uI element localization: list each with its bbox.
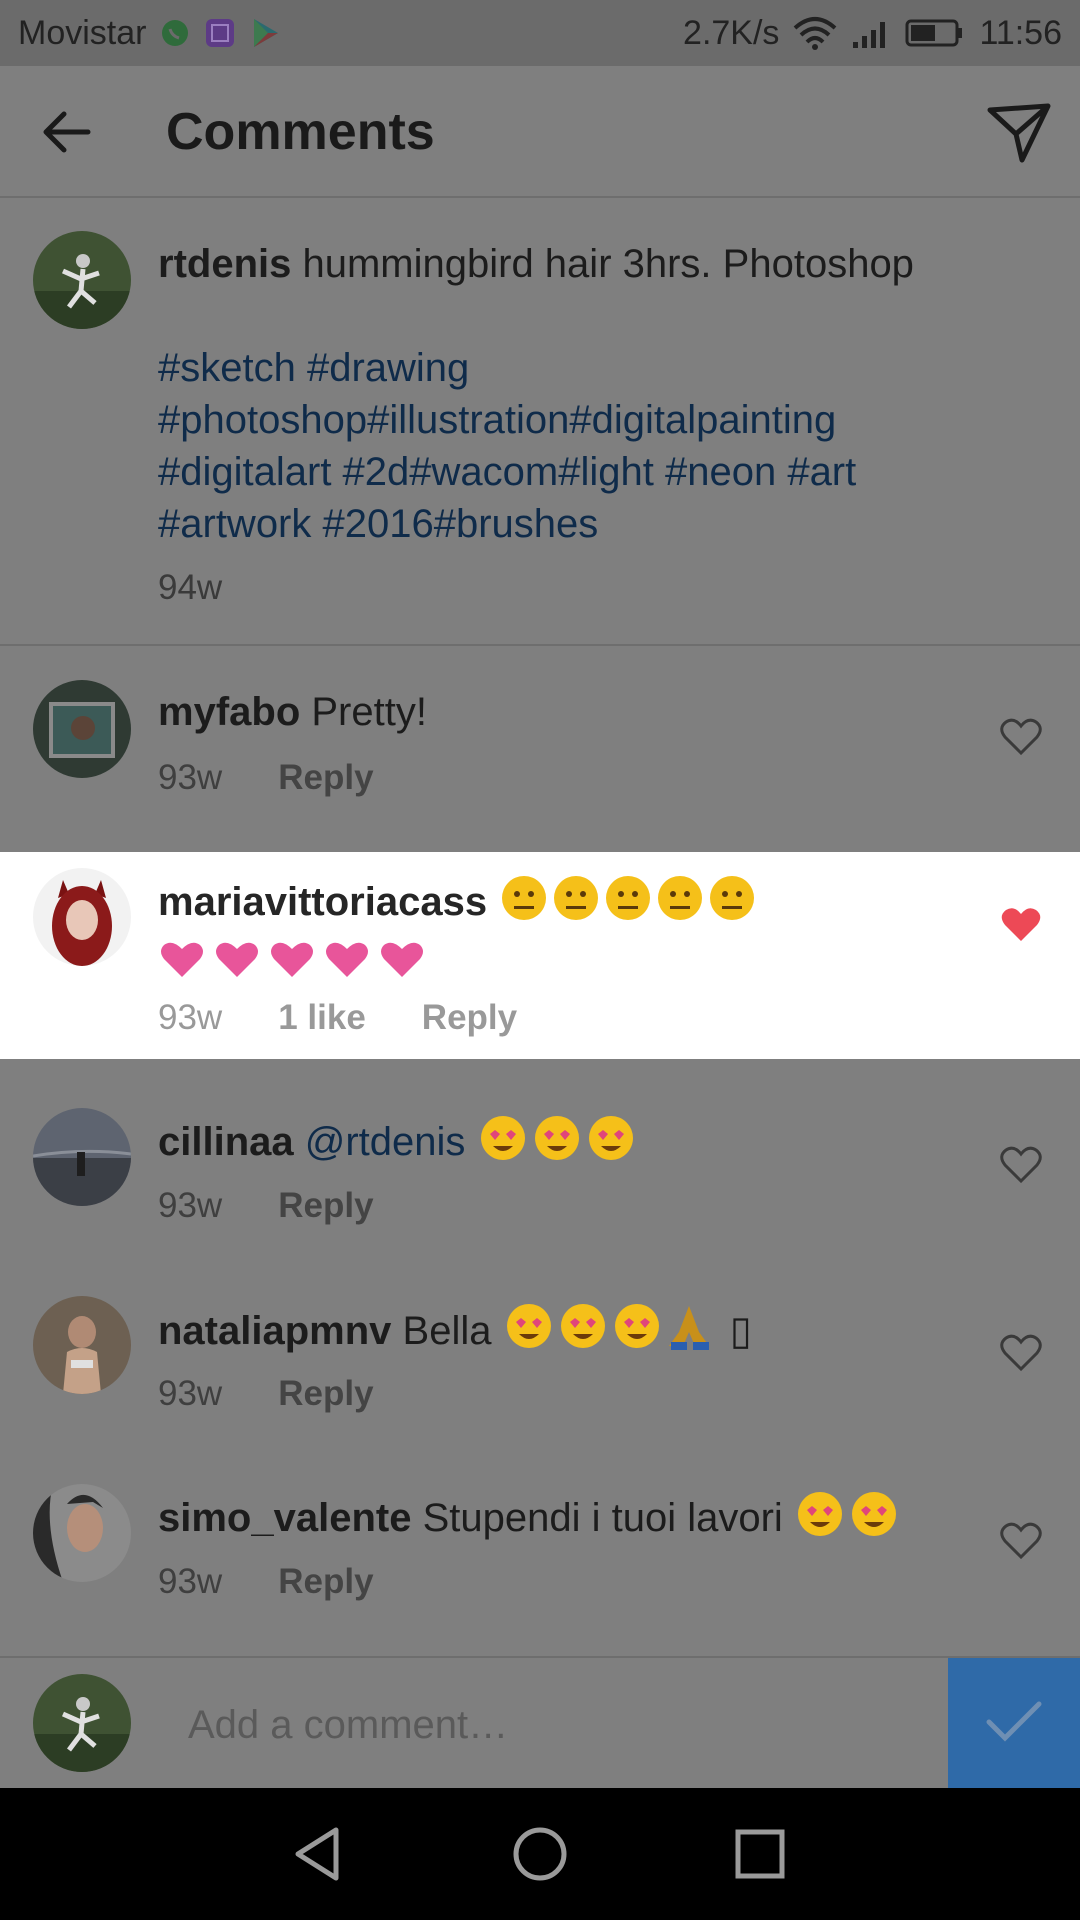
comment-row: cillinaa @rtdenis 93w Reply [0, 1060, 1080, 1248]
heart-outline-icon[interactable] [1000, 718, 1042, 756]
avatar [33, 1674, 131, 1772]
comment-meta: 93w 1 like Reply [158, 998, 517, 1038]
comment-text: mariavittoriacass [158, 874, 758, 996]
comment-input[interactable] [186, 1694, 910, 1756]
unsupported-glyph: ▯ [729, 1309, 752, 1354]
comment-text: nataliapmnv Bella ▯ [158, 1302, 752, 1365]
username[interactable]: myfabo [158, 690, 300, 734]
comment-row: myfabo Pretty! 93w Reply [0, 648, 1080, 850]
heart-filled-icon[interactable] [1000, 906, 1042, 944]
username[interactable]: mariavittoriacass [158, 880, 487, 924]
carrier-label: Movistar [18, 13, 147, 52]
network-speed: 2.7K/s [683, 13, 780, 52]
hashtag-line[interactable]: #photoshop#illustration#digitalpainting [158, 394, 1038, 446]
avatar[interactable] [33, 1484, 131, 1582]
status-bar: Movistar 2.7K/s 11:56 [0, 0, 1080, 66]
avatar[interactable] [33, 231, 131, 329]
gallery-icon [204, 17, 236, 49]
avatar[interactable] [33, 1296, 131, 1394]
avatar[interactable] [33, 868, 131, 966]
username[interactable]: simo_valente [158, 1496, 411, 1540]
likes-count[interactable]: 1 like [278, 998, 366, 1038]
timestamp: 93w [158, 758, 223, 797]
wifi-icon [793, 16, 837, 50]
arrow-left-icon[interactable] [36, 102, 96, 162]
comment-row: nataliapmnv Bella ▯ 93w Reply [0, 1248, 1080, 1436]
avatar[interactable] [33, 1108, 131, 1206]
hashtag-line[interactable]: #sketch #drawing [158, 342, 1038, 394]
comment-row: simo_valente Stupendi i tuoi lavori 93w … [0, 1436, 1080, 1654]
timestamp: 93w [158, 1374, 223, 1413]
avatar[interactable] [33, 680, 131, 778]
post-comment-button[interactable] [948, 1658, 1080, 1790]
heart-eyes-emoji [477, 1114, 637, 1175]
timestamp: 93w [158, 1562, 223, 1601]
checkmark-icon [985, 1700, 1043, 1749]
heart-outline-icon[interactable] [1000, 1146, 1042, 1184]
reply-button[interactable]: Reply [278, 758, 373, 798]
recents-square-icon[interactable] [730, 1824, 790, 1884]
post-caption: rtdenis hummingbird hair 3hrs. Photoshop… [0, 200, 1080, 646]
hashtag-line[interactable]: #digitalart #2d#wacom#light #neon #art [158, 446, 1038, 498]
comment-meta: 93w Reply [158, 1374, 374, 1414]
timestamp: 93w [158, 1186, 223, 1225]
paper-plane-icon[interactable] [986, 100, 1052, 166]
heart-eyes-emoji [794, 1490, 900, 1551]
home-circle-icon[interactable] [510, 1824, 570, 1884]
comment-body: Stupendi i tuoi lavori [422, 1496, 783, 1541]
clock: 11:56 [979, 13, 1062, 52]
battery-icon [905, 18, 965, 48]
whatsapp-icon [160, 18, 190, 48]
heart-eyes-emoji [503, 1302, 719, 1365]
username[interactable]: rtdenis [158, 242, 291, 286]
comment-text: myfabo Pretty! [158, 686, 427, 738]
system-nav-bar [0, 1788, 1080, 1920]
timestamp: 94w [158, 568, 223, 607]
page-title: Comments [166, 103, 435, 161]
neutral-face-emoji [498, 874, 758, 935]
comment-meta: 93w Reply [158, 758, 374, 798]
username[interactable]: cillinaa [158, 1120, 294, 1164]
comment-body: Bella [402, 1309, 492, 1354]
reply-button[interactable]: Reply [278, 1562, 373, 1602]
heart-outline-icon[interactable] [1000, 1334, 1042, 1372]
caption-meta: 94w [158, 568, 222, 608]
mention-link[interactable]: @rtdenis [305, 1120, 466, 1164]
comment-meta: 93w Reply [158, 1186, 374, 1226]
comment-composer [0, 1656, 1080, 1790]
signal-icon [851, 18, 891, 48]
reply-button[interactable]: Reply [278, 1186, 373, 1226]
reply-button[interactable]: Reply [422, 998, 517, 1038]
comment-row-highlighted: mariavittoriacass 93w 1 like Reply [0, 852, 1080, 1059]
play-store-icon [250, 17, 282, 49]
timestamp: 93w [158, 998, 223, 1037]
username[interactable]: nataliapmnv [158, 1309, 391, 1353]
back-triangle-icon[interactable] [290, 1824, 350, 1884]
hashtag-line[interactable]: #artwork #2016#brushes [158, 498, 1038, 550]
comment-text: simo_valente Stupendi i tuoi lavori [158, 1490, 900, 1551]
comment-body: Pretty! [311, 690, 427, 734]
comment-text: cillinaa @rtdenis [158, 1114, 637, 1175]
app-toolbar: Comments [0, 66, 1080, 198]
heart-outline-icon[interactable] [1000, 1522, 1042, 1560]
caption-text: rtdenis hummingbird hair 3hrs. Photoshop… [158, 238, 1038, 550]
pink-heart-emoji [158, 935, 758, 996]
caption-body: hummingbird hair 3hrs. Photoshop [302, 242, 914, 286]
comment-meta: 93w Reply [158, 1562, 374, 1602]
reply-button[interactable]: Reply [278, 1374, 373, 1414]
